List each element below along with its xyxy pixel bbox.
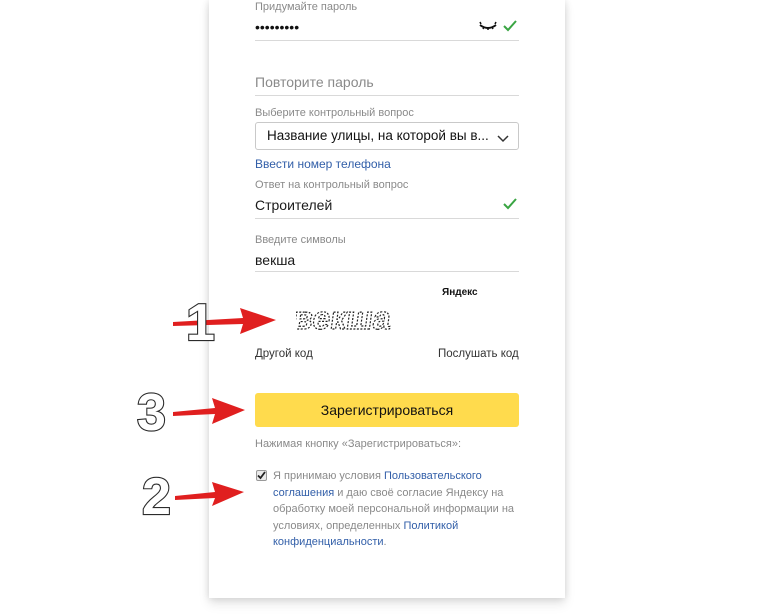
captcha-underline	[255, 271, 519, 272]
enter-phone-link[interactable]: Ввести номер телефона	[255, 157, 391, 171]
answer-checkmark-icon	[502, 196, 518, 212]
terms-checkbox[interactable]	[256, 470, 267, 481]
annotation-number-3: 3	[137, 384, 166, 440]
annotation-arrow-2: 2	[141, 467, 244, 522]
captcha-input[interactable]: векша	[255, 252, 295, 268]
answer-underline	[255, 218, 519, 219]
answer-label: Ответ на контрольный вопрос	[255, 179, 409, 191]
security-question-label: Выберите контрольный вопрос	[255, 107, 414, 119]
checkbox-check-icon	[257, 471, 266, 480]
terms-text-part-3: .	[383, 536, 387, 548]
annotation-number-1: 1	[186, 294, 215, 350]
eye-closed-icon[interactable]	[479, 19, 497, 33]
chevron-down-icon	[497, 131, 509, 143]
captcha-label: Введите символы	[255, 234, 346, 246]
register-button-label: Зарегистрироваться	[320, 402, 454, 418]
register-note: Нажимая кнопку «Зарегистрироваться»:	[255, 438, 462, 450]
password-checkmark-icon	[502, 18, 518, 34]
repeat-password-underline	[255, 95, 519, 96]
captcha-image-text: векша	[296, 300, 395, 336]
annotation-arrow-3: 3	[136, 383, 245, 440]
security-question-value: Название улицы, на которой вы в...	[267, 128, 489, 143]
password-label: Придумайте пароль	[255, 1, 358, 13]
password-input[interactable]: •••••••••	[255, 19, 299, 35]
listen-code-link[interactable]: Послушать код	[438, 348, 519, 360]
repeat-password-input[interactable]: Повторите пароль	[255, 74, 374, 90]
yandex-logo: Яндекс	[442, 287, 478, 298]
annotation-number-2: 2	[142, 468, 171, 522]
register-button[interactable]: Зарегистрироваться	[255, 393, 519, 427]
annotation-arrow-1: 1	[173, 293, 276, 350]
password-underline	[255, 40, 519, 41]
answer-input[interactable]: Строителей	[255, 197, 332, 213]
terms-text-part-1: Я принимаю условия	[273, 470, 384, 482]
terms-text: Я принимаю условия Пользовательского сог…	[273, 468, 525, 551]
security-question-select[interactable]: Название улицы, на которой вы в...	[255, 122, 519, 150]
